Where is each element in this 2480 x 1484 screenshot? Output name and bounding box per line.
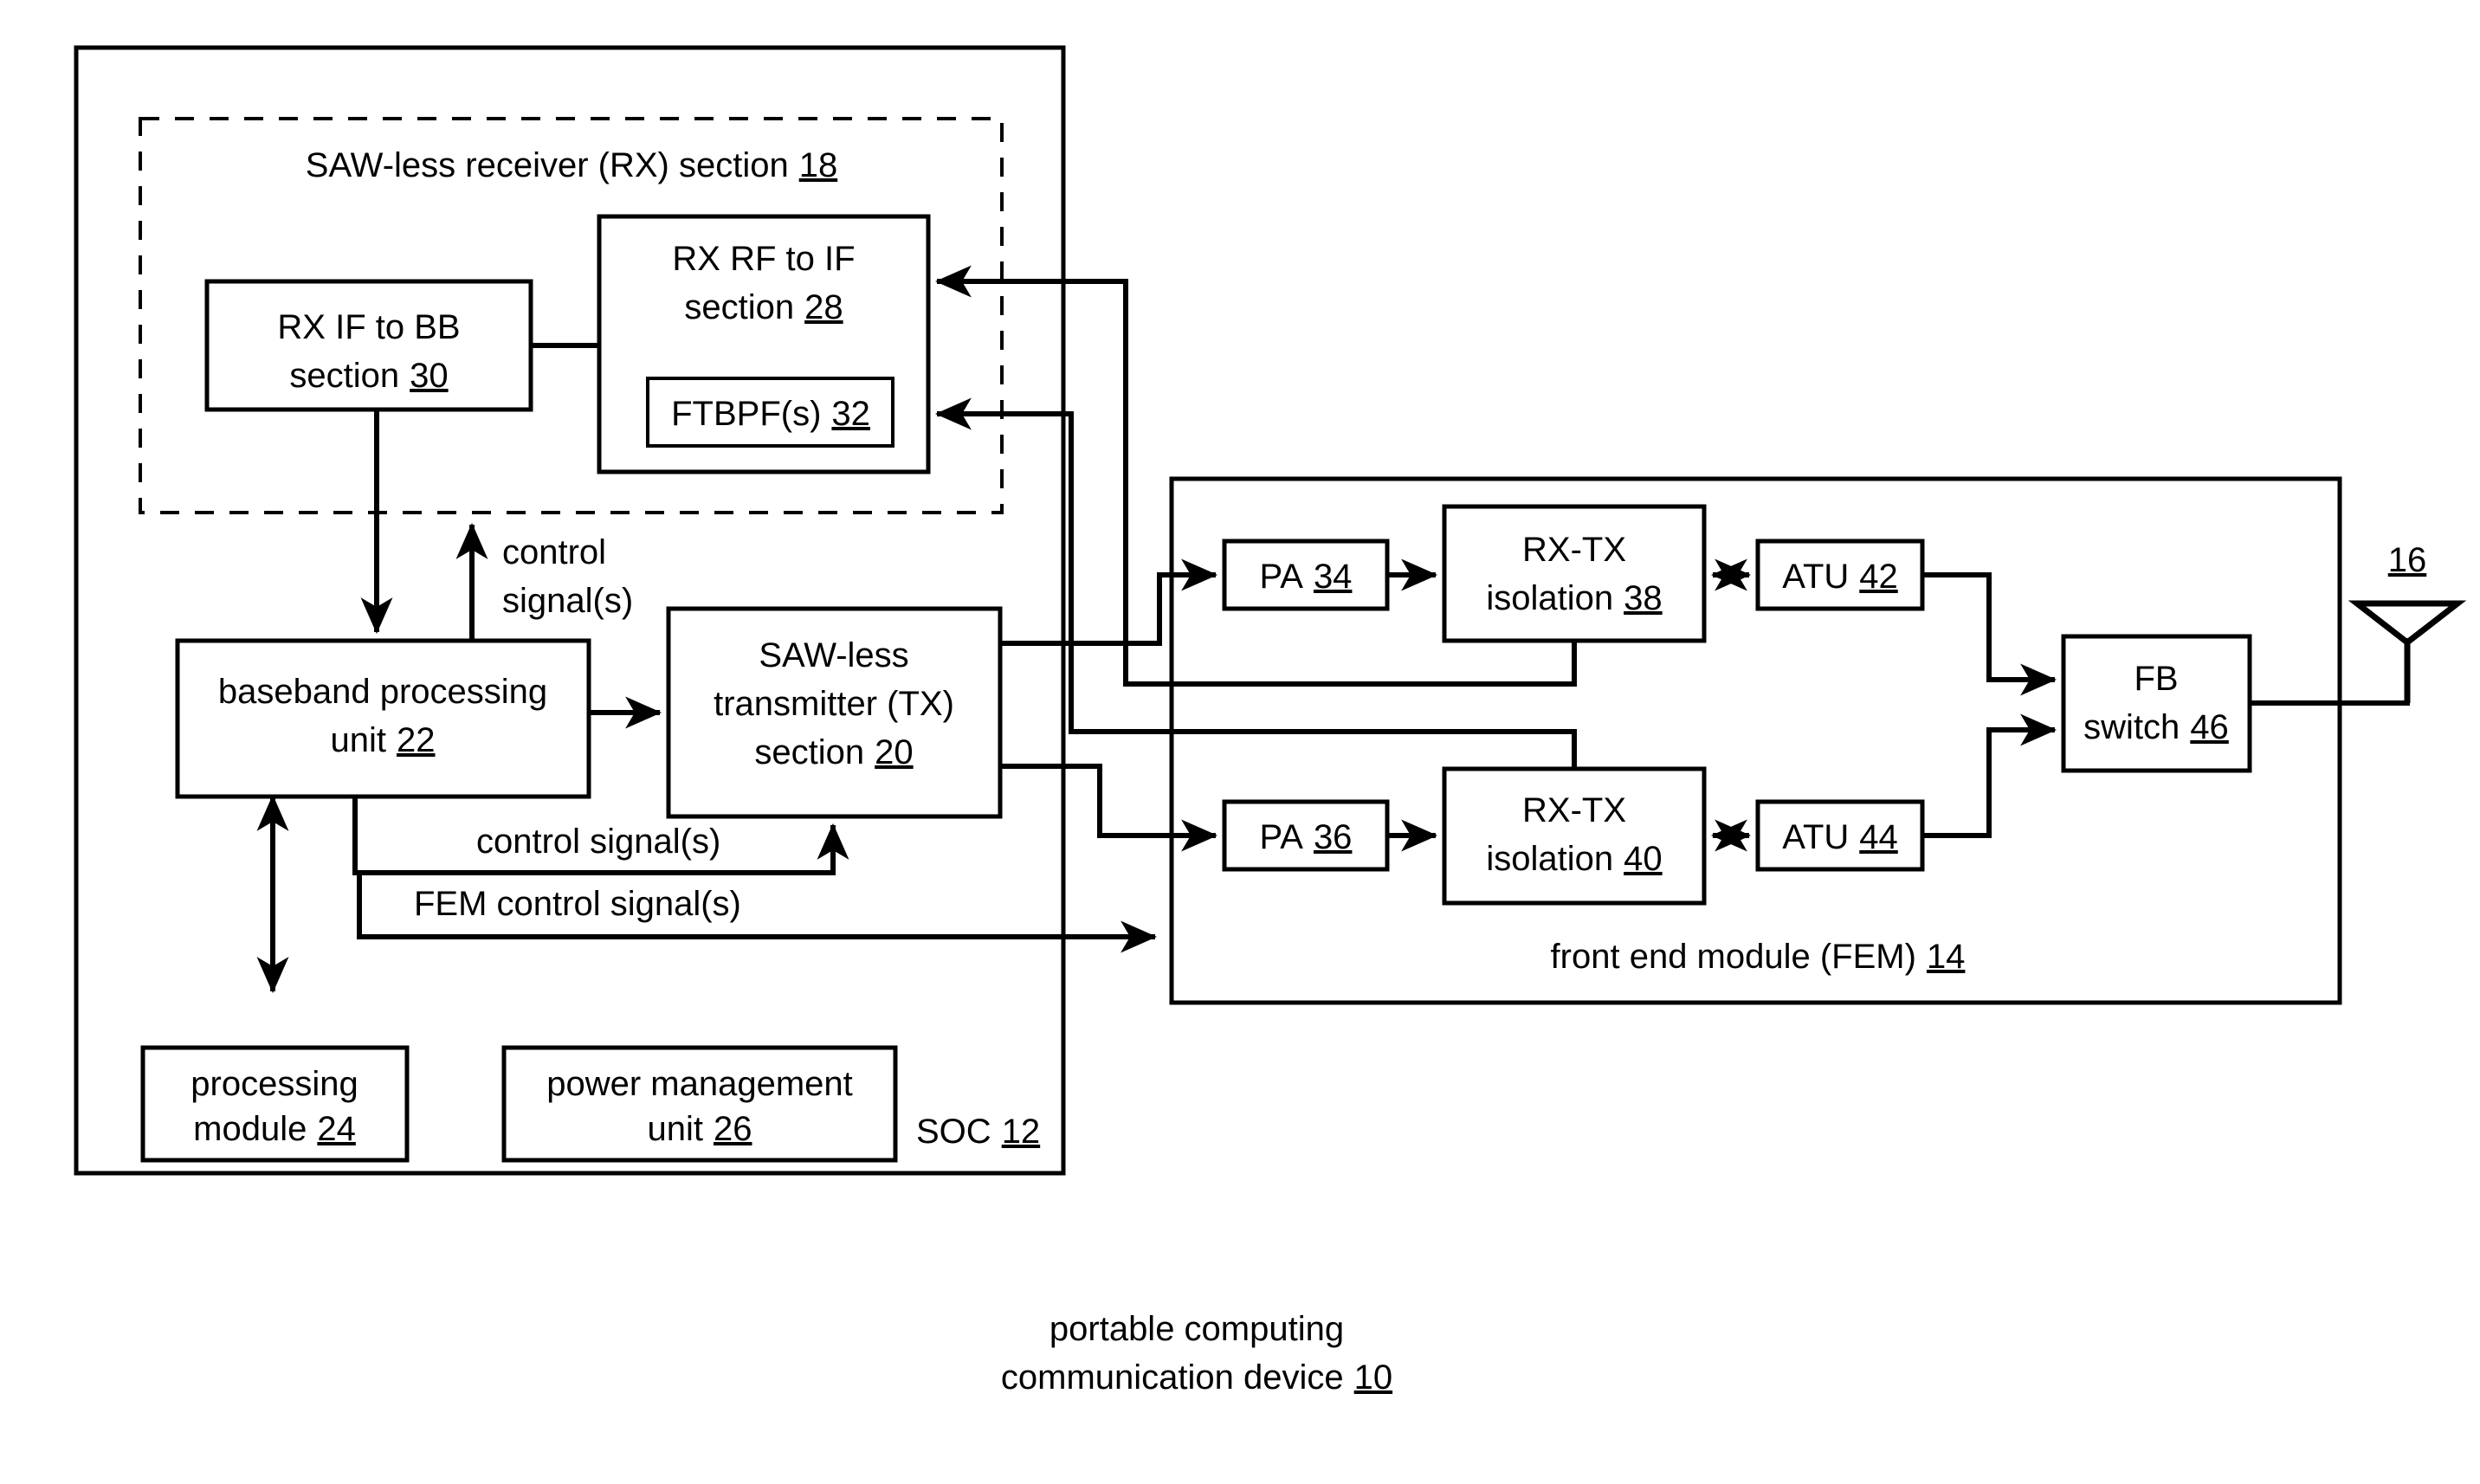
wire-tx-to-pa34	[1000, 558, 1218, 646]
block-isolation-40[interactable]	[1442, 766, 1707, 906]
rx-section-title: SAW-less receiver (RX) section 18	[306, 146, 837, 184]
block-isolation-40-line2: isolation 40	[1486, 840, 1662, 878]
block-rx-if-to-bb-line2: section 30	[289, 357, 448, 395]
block-fb-switch-line1: FB	[2134, 660, 2178, 698]
antenna-icon	[2348, 600, 2467, 647]
block-pa-36[interactable]	[1222, 799, 1390, 872]
antenna-ref-label: 16	[2388, 541, 2427, 579]
label-control-signals-tx: control signal(s)	[476, 823, 720, 861]
block-isolation-40-line1: RX-TX	[1522, 791, 1626, 829]
wire-atu42-to-fbswitch	[1922, 572, 2057, 696]
figure-caption-line1: portable computing	[1049, 1310, 1344, 1348]
label-control-signals-rx-line1: control	[502, 533, 606, 571]
wire-atu44-to-fbswitch	[1922, 713, 2057, 838]
block-atu-42-label: ATU 42	[1782, 558, 1898, 596]
block-isolation-38-line1: RX-TX	[1522, 531, 1626, 569]
block-power-management-line2: unit 26	[648, 1110, 752, 1148]
block-tx-line1: SAW-less	[759, 636, 908, 674]
fem-label: front end module (FEM) 14	[1551, 938, 1966, 976]
block-atu-44-label: ATU 44	[1782, 818, 1898, 856]
block-baseband-line1: baseband processing	[218, 673, 547, 711]
block-rx-if-to-bb-line1: RX IF to BB	[277, 308, 460, 346]
label-control-signals-rx-line2: signal(s)	[502, 582, 633, 620]
label-fem-control-signals: FEM control signal(s)	[414, 885, 741, 923]
block-tx-line3: section 20	[754, 733, 913, 771]
wire-tx-to-pa36	[1000, 764, 1218, 852]
block-processing-module-line1: processing	[191, 1065, 358, 1103]
block-isolation-38-line2: isolation 38	[1486, 579, 1662, 617]
wire-fbswitch-to-antenna	[2250, 638, 2410, 706]
block-ftbpf-label: FTBPF(s) 32	[671, 395, 870, 433]
block-isolation-38[interactable]	[1442, 504, 1707, 643]
figure-caption-line2: communication device 10	[1001, 1358, 1392, 1397]
block-fb-switch[interactable]	[2061, 634, 2252, 773]
block-tx-line2: transmitter (TX)	[714, 685, 954, 723]
soc-label: SOC 12	[916, 1113, 1040, 1151]
block-fb-switch-line2: switch 46	[2083, 708, 2229, 746]
block-rx-rf-to-if-line1: RX RF to IF	[672, 240, 855, 278]
block-power-management-line1: power management	[546, 1065, 853, 1103]
block-rx-rf-to-if-line2: section 28	[684, 288, 843, 326]
patent-block-diagram: SAW-less receiver (RX) section 18 RX IF t…	[74, 45, 2467, 1397]
block-processing-module-line2: module 24	[193, 1110, 356, 1148]
block-baseband-line2: unit 22	[331, 721, 436, 759]
block-baseband-processing-unit[interactable]	[175, 638, 591, 799]
block-pa-34[interactable]	[1222, 539, 1390, 611]
